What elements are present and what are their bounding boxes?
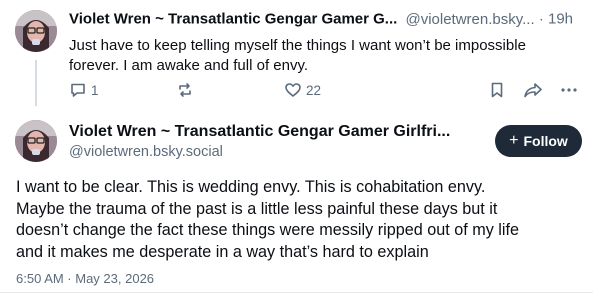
share-button[interactable] bbox=[523, 80, 543, 100]
divider bbox=[0, 292, 593, 293]
bookmark-icon bbox=[491, 82, 503, 98]
display-name[interactable]: Violet Wren ~ Transatlantic Gengar Gamer… bbox=[69, 11, 397, 28]
action-bar: 1 22 bbox=[69, 80, 579, 100]
avatar-photo bbox=[15, 10, 57, 52]
handle[interactable]: @violetwren.bsky.social bbox=[69, 144, 223, 160]
more-button[interactable] bbox=[560, 80, 578, 100]
display-name[interactable]: Violet Wren ~ Transatlantic Gengar Gamer… bbox=[69, 123, 450, 141]
reply-button[interactable]: 1 bbox=[69, 80, 99, 100]
post-text-line: doesn’t change the fact these things wer… bbox=[16, 221, 519, 239]
plus-icon: + bbox=[509, 132, 519, 149]
like-button[interactable]: 22 bbox=[284, 80, 321, 100]
like-icon bbox=[285, 83, 301, 97]
post-text-line: I want to be clear. This is wedding envy… bbox=[16, 178, 486, 196]
more-icon bbox=[561, 88, 577, 92]
handle[interactable]: @violetwren.bsky... bbox=[405, 11, 534, 28]
post-text-line: Maybe the trauma of the past is a little… bbox=[16, 199, 498, 218]
follow-button[interactable]: + Follow bbox=[495, 125, 582, 157]
like-count: 22 bbox=[306, 82, 322, 98]
reply-icon bbox=[71, 83, 85, 97]
post-text-line: and it makes me desperate in a way that’… bbox=[16, 242, 429, 261]
post-text: I want to be clear. This is wedding envy… bbox=[16, 177, 581, 263]
reply-count: 1 bbox=[91, 82, 99, 98]
repost-button[interactable] bbox=[176, 80, 194, 100]
share-icon bbox=[524, 83, 542, 98]
avatar-photo bbox=[15, 120, 57, 162]
avatar[interactable] bbox=[15, 10, 57, 52]
follow-label: Follow bbox=[523, 133, 568, 149]
post-timestamp[interactable]: 6:50 AM · May 23, 2026 bbox=[16, 271, 154, 286]
repost-icon bbox=[179, 83, 191, 97]
post-time[interactable]: 19h bbox=[548, 11, 573, 28]
thread-line bbox=[35, 60, 37, 106]
post-text: Just have to keep telling myself the thi… bbox=[69, 37, 526, 74]
separator: · bbox=[538, 10, 544, 28]
bookmark-button[interactable] bbox=[488, 80, 506, 100]
avatar[interactable] bbox=[15, 120, 57, 162]
post-header: Violet Wren ~ Transatlantic Gengar Gamer… bbox=[69, 10, 589, 30]
